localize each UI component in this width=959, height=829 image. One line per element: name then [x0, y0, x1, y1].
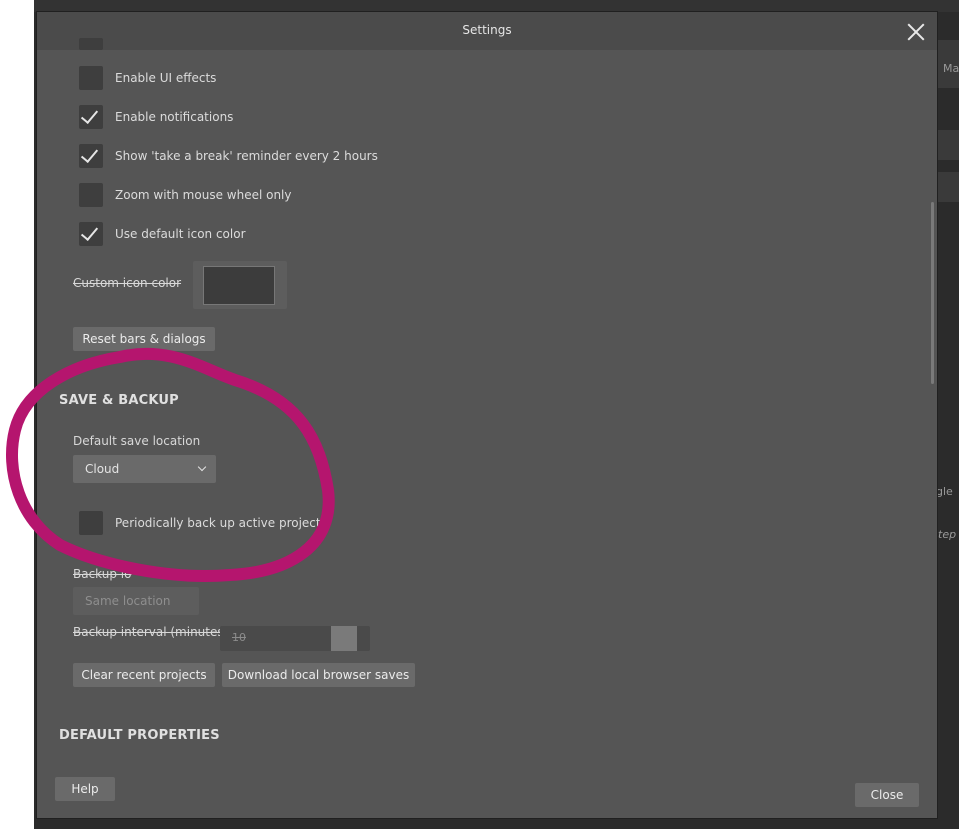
- backup-location-label: Backup lo: [73, 567, 132, 581]
- close-icon[interactable]: [905, 21, 927, 43]
- chevron-down-icon: [197, 462, 207, 472]
- help-button[interactable]: Help: [55, 777, 115, 801]
- backup-location-value: Same location: [85, 594, 171, 608]
- periodic-backup-checkbox[interactable]: [79, 511, 103, 535]
- background-text: gle: [936, 485, 953, 498]
- custom-icon-color-label: Custom icon color: [73, 276, 182, 290]
- background-toolbar: [34, 0, 959, 12]
- break-reminder-label: Show 'take a break' reminder every 2 hou…: [115, 149, 378, 163]
- enable-ui-effects-label: Enable UI effects: [115, 71, 217, 85]
- default-save-location-value: Cloud: [85, 462, 120, 476]
- default-icon-color-label: Use default icon color: [115, 227, 246, 241]
- periodic-backup-label: Periodically back up active project: [115, 516, 321, 530]
- break-reminder-checkbox[interactable]: [79, 144, 103, 168]
- scrollbar[interactable]: [931, 202, 934, 384]
- background-panel: [937, 130, 959, 160]
- enable-ui-effects-checkbox[interactable]: [79, 66, 103, 90]
- backup-interval-input[interactable]: 10: [220, 626, 370, 651]
- close-button[interactable]: Close: [855, 783, 919, 807]
- reset-bars-dialogs-button[interactable]: Reset bars & dialogs: [73, 327, 215, 351]
- zoom-mouse-wheel-label: Zoom with mouse wheel only: [115, 188, 292, 202]
- dialog-title: Settings: [462, 23, 512, 37]
- default-properties-section-title: DEFAULT PROPERTIES: [59, 728, 220, 743]
- custom-icon-color-swatch-frame: [193, 261, 287, 309]
- default-save-location-label: Default save location: [73, 434, 201, 448]
- zoom-mouse-wheel-checkbox[interactable]: [79, 183, 103, 207]
- settings-dialog: Settings Enable UI effects Enable notifi…: [37, 12, 937, 818]
- backup-interval-label: Backup interval (minutes): [73, 625, 229, 639]
- background-text: tep: [938, 528, 957, 541]
- save-backup-section-title: SAVE & BACKUP: [59, 393, 179, 408]
- enable-notifications-checkbox[interactable]: [79, 105, 103, 129]
- download-local-saves-button[interactable]: Download local browser saves: [222, 663, 415, 687]
- checkbox-partial[interactable]: [79, 38, 103, 50]
- backup-interval-slider-handle[interactable]: [331, 626, 357, 651]
- enable-notifications-label: Enable notifications: [115, 110, 234, 124]
- dialog-titlebar: Settings: [37, 12, 937, 50]
- default-save-location-select[interactable]: Cloud: [73, 455, 216, 483]
- background-panel: [937, 172, 959, 202]
- custom-icon-color-swatch[interactable]: [203, 266, 275, 305]
- clear-recent-projects-button[interactable]: Clear recent projects: [73, 663, 215, 687]
- backup-interval-value: 10: [232, 631, 246, 644]
- background-text: Ma: [943, 62, 959, 75]
- default-icon-color-checkbox[interactable]: [79, 222, 103, 246]
- backup-location-select[interactable]: Same location: [73, 587, 199, 615]
